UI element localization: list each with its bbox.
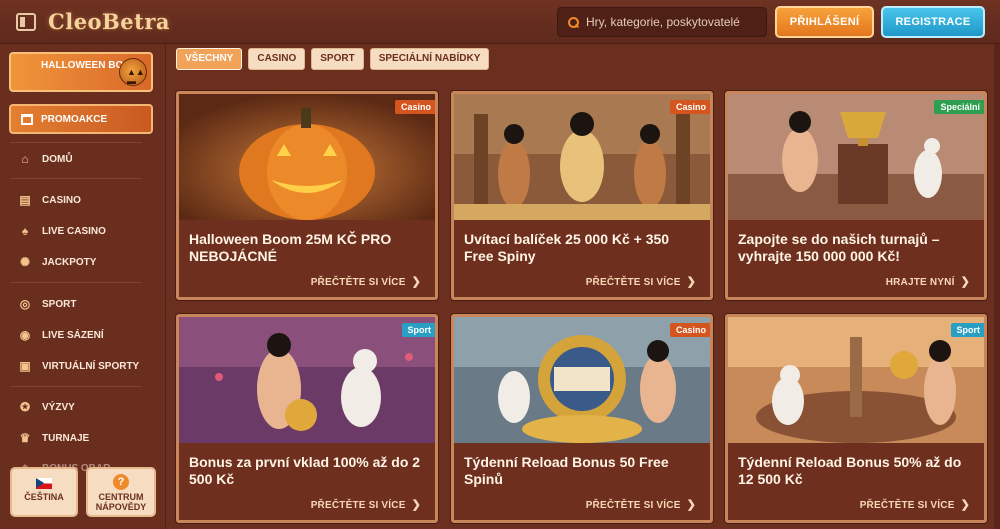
search-input[interactable]: [586, 15, 766, 29]
promo-card-link[interactable]: PŘEČTĚTE SI VÍCE ❯: [311, 275, 421, 288]
promo-card[interactable]: Sport Bonus za první vklad 100% až do 2 …: [176, 314, 438, 523]
sidebar-item-jackpots[interactable]: ✺ JACKPOTY: [18, 252, 96, 272]
help-center-button[interactable]: ? CENTRUM NÁPOVĚDY: [86, 467, 156, 517]
promo-card-link-label: PŘEČTĚTE SI VÍCE: [859, 500, 955, 511]
promo-card-title: Bonus za první vklad 100% až do 2 500 Kč: [189, 454, 421, 487]
promo-card[interactable]: Casino Týdenní Reload Bonus 50 Free Spin…: [451, 314, 713, 523]
filter-casino[interactable]: CASINO: [248, 48, 306, 70]
sidebar-item-virtual-sports[interactable]: ▣ VIRTUÁLNÍ SPORTY: [18, 356, 139, 376]
promo-card-link[interactable]: PŘEČTĚTE SI VÍCE ❯: [311, 498, 421, 511]
sidebar-item-label: VÝZVY: [42, 401, 75, 413]
sidebar-toggle-icon[interactable]: [16, 12, 36, 31]
promo-card-title: Halloween Boom 25M KČ PRO NEBOJÁCNÉ: [189, 231, 392, 264]
sidebar: HALLOWEEN BOOM ▲▲ ▬ PROMOAKCE ⌂ DOMŮ ▤ CA…: [0, 44, 166, 529]
promo-card-link[interactable]: HRAJTE NYNÍ ❯: [886, 275, 970, 288]
promo-card[interactable]: Speciální Zapojte se do našich turnajů –…: [725, 91, 987, 300]
promo-card-image: [728, 317, 984, 443]
login-button[interactable]: PŘIHLÁŠENÍ: [775, 6, 874, 38]
halloween-boom-banner[interactable]: HALLOWEEN BOOM ▲▲ ▬: [9, 52, 153, 92]
language-button[interactable]: ČEŠTINA: [10, 467, 78, 517]
promo-card-link-label: PŘEČTĚTE SI VÍCE: [310, 500, 406, 511]
category-tag: Sport: [401, 323, 435, 337]
promo-card[interactable]: Casino Halloween Boom 25M KČ PRO NEBOJÁC…: [176, 91, 438, 300]
promotions-label: PROMOAKCE: [41, 113, 108, 125]
search-box[interactable]: [557, 7, 767, 37]
pumpkin-icon: ▲▲ ▬: [119, 58, 147, 86]
sidebar-item-label: JACKPOTY: [42, 256, 97, 268]
sidebar-item-live-betting[interactable]: ◉ LIVE SÁZENÍ: [18, 325, 104, 345]
register-button[interactable]: REGISTRACE: [881, 6, 985, 38]
promo-card-link-label: PŘEČTĚTE SI VÍCE: [585, 500, 681, 511]
sidebar-item-label: DOMŮ: [42, 153, 73, 165]
sidebar-item-label: LIVE SÁZENÍ: [42, 329, 104, 341]
promo-card-link[interactable]: PŘEČTĚTE SI VÍCE ❯: [586, 275, 696, 288]
trophy-icon: ♛: [19, 431, 31, 445]
home-icon: ⌂: [21, 152, 29, 166]
sidebar-item-label: TURNAJE: [42, 432, 90, 444]
category-tag: Casino: [669, 323, 710, 337]
chevron-right-icon: ❯: [686, 276, 696, 288]
promo-card[interactable]: Sport Týdenní Reload Bonus 50% až do 12 …: [725, 314, 987, 523]
sidebar-divider: [10, 282, 142, 283]
challenge-icon: ✪: [19, 400, 31, 414]
search-icon: [568, 16, 579, 28]
sidebar-item-label: LIVE CASINO: [42, 225, 106, 237]
promo-card-title: Týdenní Reload Bonus 50% až do 12 500 Kč: [738, 454, 962, 487]
sidebar-item-challenges[interactable]: ✪ VÝZVY: [18, 397, 75, 417]
promo-filter-tabs: VŠECHNY CASINO SPORT SPECIÁLNÍ NABÍDKY: [176, 48, 490, 70]
sidebar-item-home[interactable]: ⌂ DOMŮ: [18, 149, 73, 169]
sidebar-divider: [10, 178, 142, 179]
language-label: ČEŠTINA: [24, 492, 64, 502]
category-tag: Speciální: [934, 100, 984, 114]
chevron-right-icon: ❯: [411, 276, 421, 288]
virtual-sport-icon: ▣: [19, 359, 31, 373]
filter-all[interactable]: VŠECHNY: [176, 48, 243, 70]
sidebar-item-tournaments[interactable]: ♛ TURNAJE: [18, 428, 90, 448]
promo-card-link[interactable]: PŘEČTĚTE SI VÍCE ❯: [860, 498, 970, 511]
question-icon: ?: [113, 474, 129, 490]
promo-card-title: Týdenní Reload Bonus 50 Free Spinů: [464, 454, 669, 487]
ball-icon: ◎: [19, 297, 31, 311]
filter-sport[interactable]: SPORT: [311, 48, 364, 70]
jackpot-icon: ✺: [19, 255, 31, 269]
top-header: CleoBetra PŘIHLÁŠENÍ REGISTRACE: [0, 0, 1000, 44]
sidebar-item-casino[interactable]: ▤ CASINO: [18, 190, 81, 210]
promo-card-link[interactable]: PŘEČTĚTE SI VÍCE ❯: [586, 498, 696, 511]
page-scrollbar[interactable]: [994, 44, 1000, 529]
filter-special[interactable]: SPECIÁLNÍ NABÍDKY: [369, 48, 490, 70]
sidebar-item-label: CASINO: [42, 194, 81, 206]
promo-card-title: Uvítací balíček 25 000 Kč + 350 Free Spi…: [464, 231, 670, 264]
gift-icon: [21, 113, 33, 125]
czech-flag-icon: [36, 478, 52, 489]
help-center-label: CENTRUM NÁPOVĚDY: [95, 492, 147, 512]
promo-card-link-label: PŘEČTĚTE SI VÍCE: [585, 277, 681, 288]
sidebar-divider: [10, 142, 142, 143]
chevron-right-icon: ❯: [686, 499, 696, 511]
chevron-right-icon: ❯: [960, 499, 970, 511]
sidebar-item-live-casino[interactable]: ♠ LIVE CASINO: [18, 221, 106, 241]
sidebar-divider: [10, 386, 142, 387]
category-tag: Sport: [950, 323, 984, 337]
promo-card-link-label: PŘEČTĚTE SI VÍCE: [310, 277, 406, 288]
site-logo[interactable]: CleoBetra: [48, 9, 170, 34]
live-bet-icon: ◉: [19, 328, 31, 342]
sidebar-item-label: VIRTUÁLNÍ SPORTY: [42, 360, 140, 372]
chevron-right-icon: ❯: [960, 276, 970, 288]
promo-card[interactable]: Casino Uvítací balíček 25 000 Kč + 350 F…: [451, 91, 713, 300]
promo-card-image: [179, 317, 435, 443]
chevron-right-icon: ❯: [411, 499, 421, 511]
sidebar-item-label: SPORT: [42, 298, 77, 310]
cards-icon: ♠: [21, 224, 29, 238]
category-tag: Casino: [669, 100, 710, 114]
category-tag: Casino: [394, 100, 435, 114]
sidebar-item-sport[interactable]: ◎ SPORT: [18, 294, 77, 314]
promo-card-title: Zapojte se do našich turnajů – vyhrajte …: [738, 231, 940, 264]
promotions-button[interactable]: PROMOAKCE: [9, 104, 153, 134]
slot-icon: ▤: [19, 193, 31, 207]
promo-card-link-label: HRAJTE NYNÍ: [885, 277, 955, 288]
